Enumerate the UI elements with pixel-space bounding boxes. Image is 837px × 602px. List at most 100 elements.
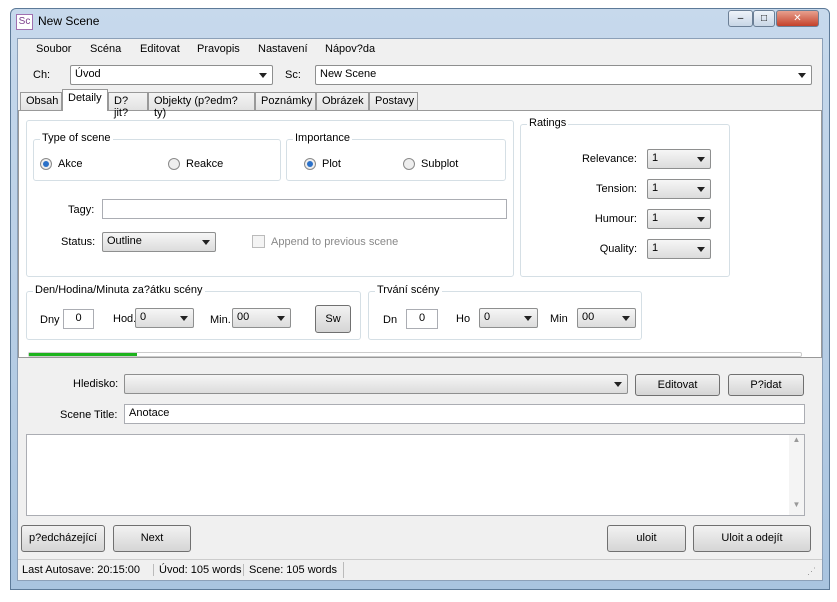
chapter-select[interactable]: Úvod	[70, 65, 273, 85]
dny-label: Dny	[40, 314, 60, 326]
tab-objekty[interactable]: Objekty (p?edm?ty)	[148, 92, 255, 119]
scrollbar[interactable]: ▲ ▼	[789, 435, 804, 515]
radio-akce[interactable]	[40, 158, 52, 170]
append-label: Append to previous scene	[271, 236, 399, 248]
tension-value: 1	[652, 182, 659, 194]
scene-words: Scene: 105 words	[243, 564, 337, 576]
next-button[interactable]: Next	[113, 525, 191, 552]
chevron-down-icon	[277, 316, 285, 321]
sw-button[interactable]: Sw	[315, 305, 351, 333]
chapter-words: Úvod: 105 words	[153, 564, 242, 576]
relevance-select[interactable]: 1	[647, 149, 711, 169]
tab-dejiste[interactable]: D?jit?	[108, 92, 148, 119]
chevron-down-icon	[622, 316, 630, 321]
hod-select[interactable]: 0	[135, 308, 194, 328]
tension-select[interactable]: 1	[647, 179, 711, 199]
previous-button[interactable]: p?edcházející	[21, 525, 105, 552]
humour-label: Humour:	[594, 213, 637, 225]
edit-button[interactable]: Editovat	[635, 374, 720, 396]
resize-grip-icon[interactable]: ⋰	[807, 566, 816, 577]
scene-value: New Scene	[320, 68, 377, 80]
min-value: 00	[237, 311, 250, 323]
chevron-down-icon	[697, 217, 705, 222]
tagy-label: Tagy:	[68, 204, 95, 216]
radio-reakce[interactable]	[168, 158, 180, 170]
group-title: Type of scene	[40, 132, 113, 144]
dn-label: Dn	[383, 314, 398, 326]
dn-input[interactable]: 0	[406, 309, 438, 329]
chevron-down-icon	[798, 73, 806, 78]
save-close-button[interactable]: Uloit a odejít	[693, 525, 811, 552]
minimize-button[interactable]: –	[728, 10, 753, 27]
scene-title-label: Scene Title:	[60, 409, 118, 421]
status-divider	[343, 562, 344, 578]
ho-select[interactable]: 0	[479, 308, 538, 328]
annotation-textarea[interactable]	[26, 434, 805, 516]
sc-label: Sc:	[285, 69, 301, 81]
relevance-value: 1	[652, 152, 659, 164]
importance-group: Importance	[286, 132, 506, 181]
min-label: Min.	[210, 314, 231, 326]
status-value: Outline	[107, 235, 142, 247]
status-select[interactable]: Outline	[102, 232, 216, 252]
menu-editovat[interactable]: Editovat	[140, 43, 180, 55]
ch-label: Ch:	[33, 69, 51, 81]
maximize-button[interactable]: □	[753, 10, 775, 27]
chapter-value: Úvod	[75, 68, 101, 80]
tab-obrazek[interactable]: Obrázek	[316, 92, 369, 110]
add-button[interactable]: P?idat	[728, 374, 804, 396]
tab-obsah[interactable]: Obsah	[20, 92, 62, 110]
menu-nastaveni[interactable]: Nastavení	[258, 43, 308, 55]
ho-value: 0	[484, 311, 491, 323]
group-title: Den/Hodina/Minuta za?átku scény	[33, 284, 205, 296]
tension-label: Tension:	[596, 183, 637, 195]
progress-bar	[28, 352, 802, 357]
tagy-input[interactable]	[102, 199, 507, 219]
dny-input[interactable]: 0	[63, 309, 94, 329]
append-checkbox[interactable]	[252, 235, 265, 248]
menu-napoveda[interactable]: Nápov?da	[325, 43, 375, 55]
chevron-down-icon	[614, 382, 622, 387]
chevron-down-icon	[524, 316, 532, 321]
scene-select[interactable]: New Scene	[315, 65, 812, 85]
save-button[interactable]: uloit	[607, 525, 686, 552]
radio-plot[interactable]	[304, 158, 316, 170]
dur-min-value: 00	[582, 311, 595, 323]
close-button[interactable]: ✕	[776, 10, 819, 27]
min-select[interactable]: 00	[232, 308, 291, 328]
progress-fill	[29, 353, 138, 356]
chevron-down-icon	[697, 187, 705, 192]
hod-label: Hod.	[113, 313, 137, 325]
tab-postavy[interactable]: Postavy	[369, 92, 418, 110]
chevron-down-icon	[180, 316, 188, 321]
scene-title-input[interactable]: Anotace	[124, 404, 805, 424]
quality-label: Quality:	[599, 243, 637, 255]
group-title: Ratings	[527, 117, 569, 129]
app-icon: Sc	[16, 14, 33, 30]
group-title: Trvání scény	[375, 284, 442, 296]
dur-min-label: Min	[550, 313, 568, 325]
status-label: Status:	[61, 236, 96, 248]
menu-scena[interactable]: Scéna	[90, 43, 121, 55]
quality-select[interactable]: 1	[647, 239, 711, 259]
subplot-label: Subplot	[421, 158, 459, 170]
chevron-down-icon	[259, 73, 267, 78]
hod-value: 0	[140, 311, 147, 323]
dur-min-select[interactable]: 00	[577, 308, 636, 328]
autosave-status: Last Autosave: 20:15:00	[22, 564, 141, 576]
akce-label: Akce	[58, 158, 83, 170]
window-title: New Scene	[38, 14, 100, 28]
chevron-down-icon	[202, 240, 210, 245]
tab-poznamky[interactable]: Poznámky	[255, 92, 316, 110]
chevron-down-icon	[697, 247, 705, 252]
radio-subplot[interactable]	[403, 158, 415, 170]
group-title: Importance	[293, 132, 353, 144]
tab-detaily[interactable]: Detaily	[62, 89, 108, 111]
relevance-label: Relevance:	[581, 153, 637, 165]
reakce-label: Reakce	[186, 158, 224, 170]
humour-select[interactable]: 1	[647, 209, 711, 229]
hledisko-select[interactable]	[124, 374, 628, 394]
menu-soubor[interactable]: Soubor	[36, 43, 71, 55]
quality-value: 1	[652, 242, 659, 254]
menu-pravopis[interactable]: Pravopis	[197, 43, 240, 55]
